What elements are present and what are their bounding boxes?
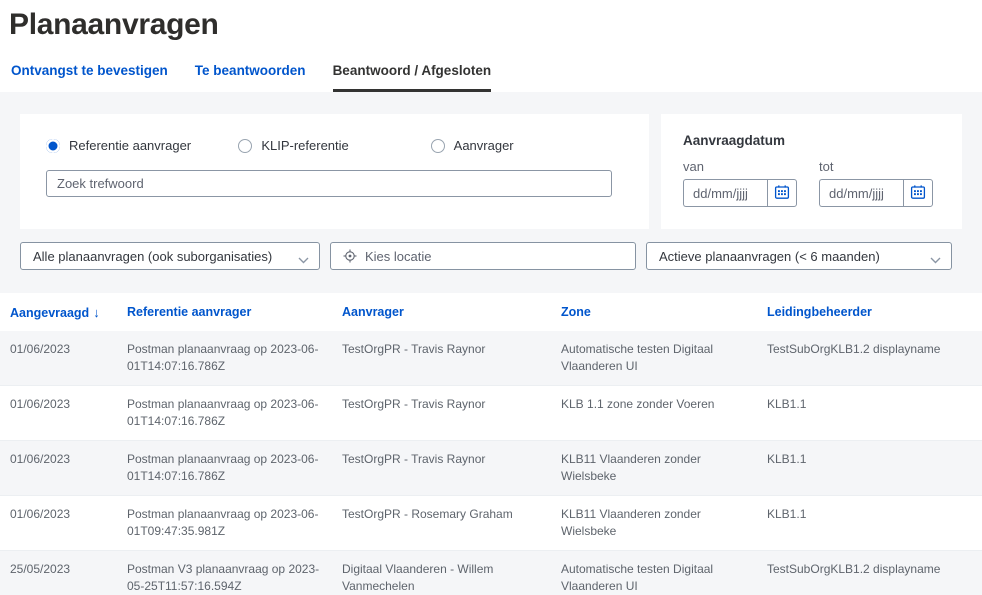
radio-klip-referentie[interactable]: KLIP-referentie xyxy=(238,138,430,153)
column-header-zone[interactable]: Zone xyxy=(561,305,767,319)
cell-aanvrager: TestOrgPR - Travis Raynor xyxy=(342,451,561,485)
status-dropdown-value: Actieve planaanvragen (< 6 maanden) xyxy=(659,249,880,264)
search-input[interactable] xyxy=(46,170,612,197)
cell-aangevraagd: 01/06/2023 xyxy=(10,451,127,485)
radio-button-icon[interactable] xyxy=(431,139,445,153)
table-body: 01/06/2023 Postman planaanvraag op 2023-… xyxy=(0,331,982,595)
table-row[interactable]: 01/06/2023 Postman planaanvraag op 2023-… xyxy=(0,496,982,551)
search-type-radio-group: Referentie aanvrager KLIP-referentie Aan… xyxy=(46,138,623,153)
tab-te-beantwoorden[interactable]: Te beantwoorden xyxy=(195,63,306,92)
cell-zone: Automatische testen Digitaal Vlaanderen … xyxy=(561,561,767,595)
table-row[interactable]: 25/05/2023 Postman V3 planaanvraag op 20… xyxy=(0,551,982,595)
cell-leidingbeheerder: KLB1.1 xyxy=(767,506,982,540)
column-header-aangevraagd[interactable]: Aangevraagd↓ xyxy=(10,305,127,320)
cell-aangevraagd: 01/06/2023 xyxy=(10,341,127,375)
cell-referentie-aanvrager: Postman V3 planaanvraag op 2023-05-25T11… xyxy=(127,561,342,595)
results-table: Aangevraagd↓ Referentie aanvrager Aanvra… xyxy=(0,293,982,595)
column-header-referentie-aanvrager[interactable]: Referentie aanvrager xyxy=(127,305,342,319)
cell-leidingbeheerder: KLB1.1 xyxy=(767,451,982,485)
date-to-calendar-button[interactable] xyxy=(903,179,933,207)
cell-zone: KLB11 Vlaanderen zonder Wielsbeke xyxy=(561,506,767,540)
cell-referentie-aanvrager: Postman planaanvraag op 2023-06-01T09:47… xyxy=(127,506,342,540)
sort-descending-icon: ↓ xyxy=(93,305,100,320)
cell-zone: KLB 1.1 zone zonder Voeren xyxy=(561,396,767,430)
cell-zone: KLB11 Vlaanderen zonder Wielsbeke xyxy=(561,451,767,485)
scope-dropdown[interactable]: Alle planaanvragen (ook suborganisaties) xyxy=(20,242,320,270)
location-target-icon xyxy=(343,249,357,263)
chevron-down-icon xyxy=(298,252,309,267)
cell-leidingbeheerder: TestSubOrgKLB1.2 displayname xyxy=(767,341,982,375)
search-filter-panel: Referentie aanvrager KLIP-referentie Aan… xyxy=(20,114,649,229)
cell-aangevraagd: 01/06/2023 xyxy=(10,506,127,540)
table-row[interactable]: 01/06/2023 Postman planaanvraag op 2023-… xyxy=(0,331,982,386)
cell-aanvrager: TestOrgPR - Rosemary Graham xyxy=(342,506,561,540)
chevron-down-icon xyxy=(930,252,941,267)
date-filter-title: Aanvraagdatum xyxy=(683,133,962,148)
column-header-leidingbeheerder[interactable]: Leidingbeheerder xyxy=(767,305,982,319)
tab-beantwoord-afgesloten[interactable]: Beantwoord / Afgesloten xyxy=(333,63,492,92)
date-from-calendar-button[interactable] xyxy=(767,179,797,207)
cell-referentie-aanvrager: Postman planaanvraag op 2023-06-01T14:07… xyxy=(127,451,342,485)
radio-label: Aanvrager xyxy=(454,138,514,153)
cell-aangevraagd: 25/05/2023 xyxy=(10,561,127,595)
cell-leidingbeheerder: KLB1.1 xyxy=(767,396,982,430)
location-placeholder: Kies locatie xyxy=(365,249,431,264)
location-input[interactable]: Kies locatie xyxy=(330,242,636,270)
cell-aangevraagd: 01/06/2023 xyxy=(10,396,127,430)
date-filter-panel: Aanvraagdatum van xyxy=(661,114,962,229)
page-title: Planaanvragen xyxy=(9,8,982,42)
calendar-icon xyxy=(910,184,926,203)
table-row[interactable]: 01/06/2023 Postman planaanvraag op 2023-… xyxy=(0,386,982,441)
date-from-label: van xyxy=(683,159,797,174)
tab-ontvangst-te-bevestigen[interactable]: Ontvangst te bevestigen xyxy=(11,63,168,92)
cell-aanvrager: TestOrgPR - Travis Raynor xyxy=(342,396,561,430)
cell-referentie-aanvrager: Postman planaanvraag op 2023-06-01T14:07… xyxy=(127,396,342,430)
table-header-row: Aangevraagd↓ Referentie aanvrager Aanvra… xyxy=(0,293,982,331)
column-header-aanvrager[interactable]: Aanvrager xyxy=(342,305,561,319)
cell-aanvrager: Digitaal Vlaanderen - Willem Vanmechelen xyxy=(342,561,561,595)
tab-bar: Ontvangst te bevestigen Te beantwoorden … xyxy=(11,63,982,92)
date-to-label: tot xyxy=(819,159,933,174)
date-to-input[interactable] xyxy=(819,179,903,207)
radio-button-icon[interactable] xyxy=(238,139,252,153)
radio-aanvrager[interactable]: Aanvrager xyxy=(431,138,623,153)
date-to-column: tot xyxy=(819,159,933,207)
table-row[interactable]: 01/06/2023 Postman planaanvraag op 2023-… xyxy=(0,441,982,496)
status-dropdown[interactable]: Actieve planaanvragen (< 6 maanden) xyxy=(646,242,952,270)
filter-zone: Referentie aanvrager KLIP-referentie Aan… xyxy=(0,92,982,293)
cell-aanvrager: TestOrgPR - Travis Raynor xyxy=(342,341,561,375)
scope-dropdown-value: Alle planaanvragen (ook suborganisaties) xyxy=(33,249,272,264)
date-from-input[interactable] xyxy=(683,179,767,207)
calendar-icon xyxy=(774,184,790,203)
radio-label: Referentie aanvrager xyxy=(69,138,191,153)
date-from-column: van xyxy=(683,159,797,207)
cell-leidingbeheerder: TestSubOrgKLB1.2 displayname xyxy=(767,561,982,595)
cell-referentie-aanvrager: Postman planaanvraag op 2023-06-01T14:07… xyxy=(127,341,342,375)
radio-button-icon[interactable] xyxy=(46,139,60,153)
cell-zone: Automatische testen Digitaal Vlaanderen … xyxy=(561,341,767,375)
radio-label: KLIP-referentie xyxy=(261,138,348,153)
radio-referentie-aanvrager[interactable]: Referentie aanvrager xyxy=(46,138,238,153)
